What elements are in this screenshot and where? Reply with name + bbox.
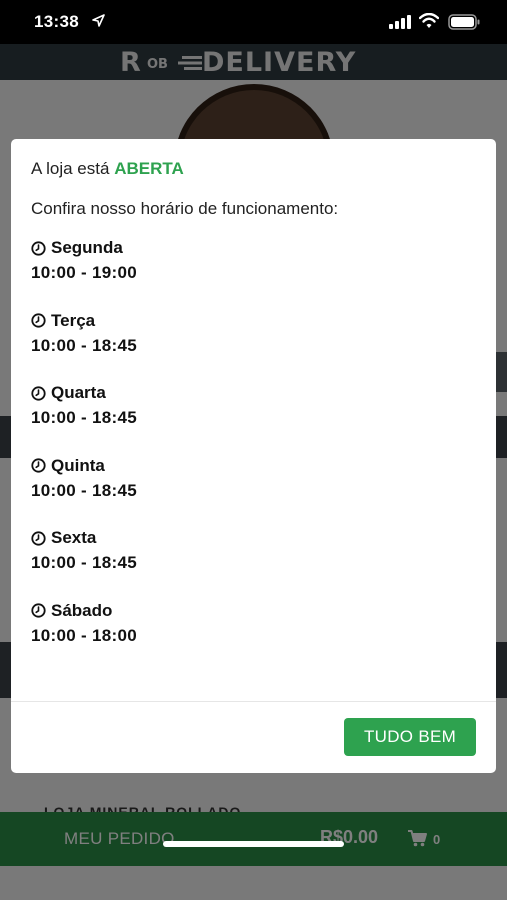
- clock-icon: [31, 530, 46, 546]
- day-name: Segunda: [51, 238, 123, 257]
- day-name: Quinta: [51, 455, 105, 475]
- schedule-day: Sábado 10:00 - 18:00: [31, 601, 471, 674]
- wifi-icon: [419, 13, 439, 28]
- day-hours: 10:00 - 18:00: [31, 625, 137, 645]
- location-arrow-icon: [92, 14, 105, 27]
- status-time: 13:38: [34, 12, 79, 31]
- clock-icon: [31, 240, 46, 256]
- schedule-day: Segunda 10:00 - 19:00: [31, 238, 471, 311]
- schedule-day-row: Quarta: [31, 383, 471, 403]
- day-hours: 10:00 - 18:45: [31, 553, 137, 572]
- store-status: A loja está ABERTA: [31, 159, 184, 179]
- day-hours: 10:00 - 18:45: [31, 408, 137, 427]
- store-status-value: ABERTA: [114, 159, 184, 178]
- day-name: Quarta: [51, 383, 106, 402]
- schedule-day: Quarta 10:00 - 18:45: [31, 383, 471, 456]
- schedule-day-row: Terça: [31, 311, 471, 331]
- signal-icon: [389, 15, 411, 29]
- clock-icon: [31, 458, 46, 473]
- clock-icon: [31, 603, 46, 618]
- confirm-button[interactable]: TUDO BEM: [344, 718, 476, 756]
- schedule-day-row: Sábado: [31, 601, 471, 621]
- day-hours: 10:00 - 19:00: [31, 263, 137, 282]
- schedule-day: Terça 10:00 - 18:45: [31, 311, 471, 384]
- day-name: Sexta: [51, 528, 97, 547]
- day-name: Sábado: [51, 600, 113, 620]
- home-indicator[interactable]: [163, 841, 344, 847]
- clock-icon: [31, 385, 46, 401]
- schedule-day: Quinta 10:00 - 18:45: [31, 456, 471, 529]
- schedule-day-row: Sexta: [31, 528, 471, 548]
- status-bar: 13:38: [0, 0, 507, 44]
- schedule-day-row: Quinta: [31, 456, 471, 476]
- day-name: Terça: [51, 310, 96, 330]
- dialog-divider: [11, 701, 496, 702]
- clock-icon: [31, 313, 46, 328]
- opening-hours-dialog: A loja está ABERTA Confira nosso horário…: [11, 139, 496, 773]
- schedule-day-row: Segunda: [31, 238, 471, 258]
- store-status-prefix: A loja está: [31, 159, 110, 178]
- schedule-intro: Confira nosso horário de funcionamento:: [31, 199, 339, 218]
- schedule-list: Segunda 10:00 - 19:00 Terça 10:00 - 18:4…: [31, 238, 471, 673]
- day-hours: 10:00 - 18:45: [31, 335, 137, 355]
- day-hours: 10:00 - 18:45: [31, 480, 137, 500]
- schedule-day: Sexta 10:00 - 18:45: [31, 528, 471, 601]
- battery-icon: [448, 14, 480, 30]
